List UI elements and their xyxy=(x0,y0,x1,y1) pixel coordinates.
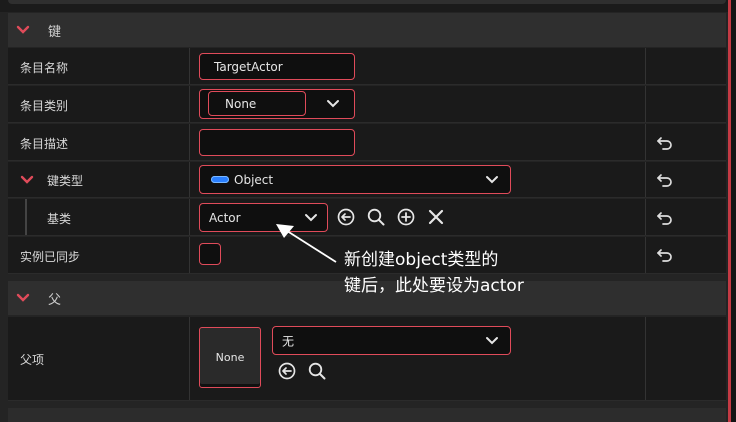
top-strip xyxy=(0,0,736,12)
row-label: 条目类别 xyxy=(20,99,69,113)
indent-guide xyxy=(25,199,27,235)
row-label: 实例已同步 xyxy=(20,250,81,264)
instance-synced-checkbox[interactable] xyxy=(199,243,221,265)
parent-asset-thumbnail[interactable]: None xyxy=(199,327,261,388)
parent-dropdown[interactable]: 无 xyxy=(272,326,511,355)
key-type-dropdown[interactable]: Object xyxy=(199,165,511,194)
row-base-class: 基类 Actor xyxy=(8,199,726,236)
annotation-arrow xyxy=(276,224,337,263)
section-title: 键 xyxy=(48,25,62,40)
bottom-strip xyxy=(8,408,726,422)
row-label: 父项 xyxy=(20,353,45,367)
annotation-line: 新创建object类型的 xyxy=(344,250,499,270)
add-circle-icon[interactable] xyxy=(396,207,416,227)
scrollbar-track[interactable] xyxy=(731,0,736,422)
annotation-text: 新创建object类型的 键后，此处要设为actor xyxy=(344,247,524,299)
section-header-key[interactable]: 键 xyxy=(8,13,726,47)
section-title: 父 xyxy=(48,293,62,308)
reset-arrow-icon[interactable] xyxy=(656,135,674,151)
entry-category-dropdown[interactable]: None xyxy=(199,89,355,119)
entry-category-value: None xyxy=(208,91,306,116)
annotation-line: 键后，此处要设为actor xyxy=(344,276,524,296)
reset-arrow-icon[interactable] xyxy=(656,172,674,188)
row-parent-item: 父项 None 无 xyxy=(8,317,726,401)
chevron-down-icon[interactable] xyxy=(20,174,34,186)
entry-name-input[interactable]: TargetActor xyxy=(199,53,355,80)
clear-x-icon[interactable] xyxy=(426,207,446,227)
reset-arrow-icon[interactable] xyxy=(656,210,674,226)
row-entry-category: 条目类别 None xyxy=(8,86,726,123)
chevron-down-icon xyxy=(327,100,339,108)
chevron-down-icon[interactable] xyxy=(16,23,30,37)
entry-description-input[interactable] xyxy=(199,129,355,156)
use-selected-arrow-icon[interactable] xyxy=(277,361,297,381)
chevron-down-icon xyxy=(486,175,498,183)
row-entry-description: 条目描述 xyxy=(8,124,726,161)
browse-search-icon[interactable] xyxy=(307,361,327,381)
chevron-down-icon xyxy=(486,336,498,344)
row-label: 键类型 xyxy=(47,174,84,188)
row-label: 条目描述 xyxy=(20,137,69,151)
object-pill-icon xyxy=(211,176,229,183)
row-entry-name: 条目名称 TargetActor xyxy=(8,48,726,85)
browse-search-icon[interactable] xyxy=(366,207,386,227)
reset-arrow-icon[interactable] xyxy=(656,247,674,263)
row-label: 条目名称 xyxy=(20,61,69,75)
row-label: 基类 xyxy=(47,212,72,226)
chevron-down-icon[interactable] xyxy=(16,291,30,305)
row-key-type: 键类型 Object xyxy=(8,162,726,198)
